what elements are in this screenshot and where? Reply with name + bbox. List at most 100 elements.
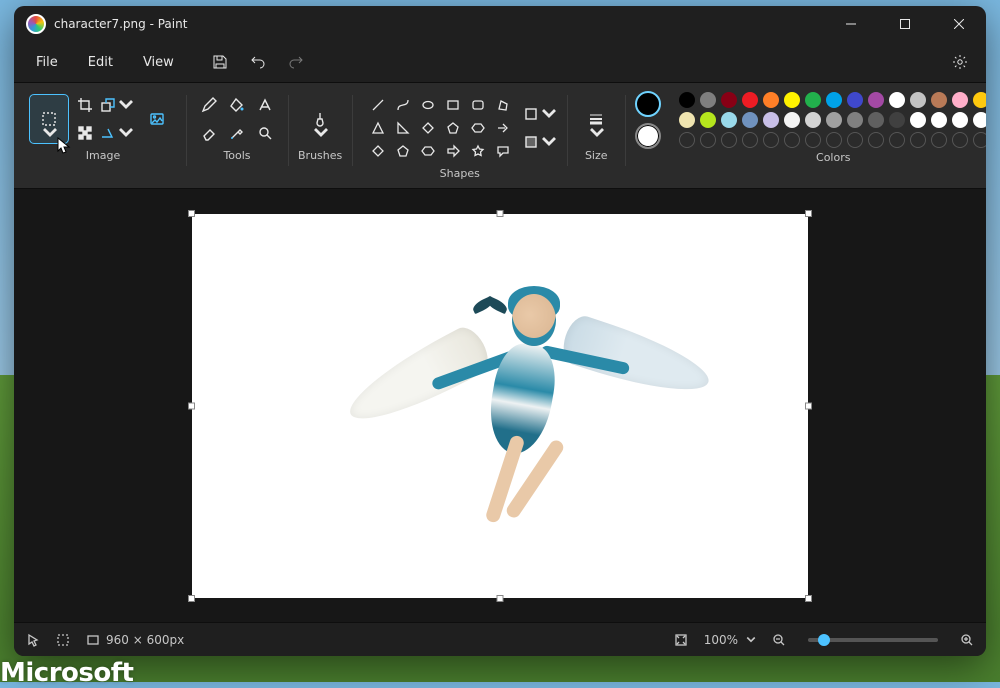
color-swatch[interactable]: [952, 112, 968, 128]
brushes-dropdown[interactable]: [301, 95, 339, 143]
custom-color-slot[interactable]: [952, 132, 968, 148]
shape-line[interactable]: [368, 95, 388, 115]
custom-color-slot[interactable]: [973, 132, 986, 148]
shape-oval[interactable]: [418, 95, 438, 115]
custom-color-slot[interactable]: [889, 132, 905, 148]
color-secondary[interactable]: [635, 123, 661, 149]
image-ai-tool[interactable]: [138, 95, 176, 143]
color-swatch[interactable]: [763, 92, 779, 108]
zoom-slider[interactable]: [808, 638, 938, 642]
color-swatch[interactable]: [742, 112, 758, 128]
color-swatch[interactable]: [784, 112, 800, 128]
crop-tool[interactable]: [72, 92, 98, 118]
custom-color-slot[interactable]: [910, 132, 926, 148]
color-swatch[interactable]: [742, 92, 758, 108]
zoom-level-dropdown[interactable]: 100%: [704, 633, 756, 647]
fill-tool[interactable]: [224, 92, 250, 118]
color-swatch[interactable]: [700, 92, 716, 108]
custom-color-slot[interactable]: [805, 132, 821, 148]
shape-pentagon2[interactable]: [393, 141, 413, 161]
eraser-tool[interactable]: [196, 120, 222, 146]
shapes-gallery[interactable]: [362, 91, 519, 165]
shape-roundrect[interactable]: [468, 95, 488, 115]
custom-color-slot[interactable]: [763, 132, 779, 148]
color-swatch[interactable]: [868, 112, 884, 128]
resize-handle[interactable]: [497, 210, 504, 217]
resize-handle[interactable]: [188, 210, 195, 217]
color-swatch[interactable]: [805, 92, 821, 108]
minimize-button[interactable]: [828, 8, 874, 40]
redo-button[interactable]: [278, 46, 314, 78]
color-swatch[interactable]: [973, 92, 986, 108]
color-swatch[interactable]: [679, 112, 695, 128]
shape-diamond[interactable]: [418, 118, 438, 138]
shape-arrow-right[interactable]: [443, 141, 463, 161]
color-swatch[interactable]: [700, 112, 716, 128]
magnifier-tool[interactable]: [252, 120, 278, 146]
shape-diamond2[interactable]: [368, 141, 388, 161]
menu-file[interactable]: File: [22, 49, 72, 76]
color-primary[interactable]: [635, 91, 661, 117]
shape-hexagon2[interactable]: [418, 141, 438, 161]
custom-color-slot[interactable]: [931, 132, 947, 148]
shape-outline-dropdown[interactable]: [523, 101, 557, 127]
shape-right-triangle[interactable]: [393, 118, 413, 138]
shape-callout[interactable]: [493, 141, 513, 161]
shape-polygon[interactable]: [493, 95, 513, 115]
menu-edit[interactable]: Edit: [74, 49, 127, 76]
text-tool[interactable]: [252, 92, 278, 118]
shape-star[interactable]: [468, 141, 488, 161]
color-swatch[interactable]: [763, 112, 779, 128]
shape-hexagon[interactable]: [468, 118, 488, 138]
color-swatch[interactable]: [973, 112, 986, 128]
undo-button[interactable]: [240, 46, 276, 78]
resize-handle[interactable]: [805, 402, 812, 409]
maximize-button[interactable]: [882, 8, 928, 40]
close-button[interactable]: [936, 8, 982, 40]
color-swatch[interactable]: [868, 92, 884, 108]
custom-color-slot[interactable]: [826, 132, 842, 148]
resize-handle[interactable]: [805, 210, 812, 217]
menu-view[interactable]: View: [129, 49, 188, 76]
zoom-slider-knob[interactable]: [818, 634, 830, 646]
color-swatch[interactable]: [889, 92, 905, 108]
color-swatch[interactable]: [721, 92, 737, 108]
shape-arrow[interactable]: [493, 118, 513, 138]
custom-color-slot[interactable]: [784, 132, 800, 148]
resize-handle[interactable]: [805, 595, 812, 602]
color-swatch[interactable]: [931, 112, 947, 128]
color-swatch[interactable]: [679, 92, 695, 108]
resize-handle[interactable]: [497, 595, 504, 602]
save-button[interactable]: [202, 46, 238, 78]
color-swatch[interactable]: [910, 92, 926, 108]
custom-color-slot[interactable]: [742, 132, 758, 148]
color-swatch[interactable]: [910, 112, 926, 128]
custom-color-slot[interactable]: [721, 132, 737, 148]
transparent-selection[interactable]: [72, 120, 98, 146]
fit-to-window-button[interactable]: [674, 633, 688, 647]
shape-fill-dropdown[interactable]: [523, 129, 557, 155]
rotate-tool[interactable]: [100, 120, 134, 146]
eyedropper-tool[interactable]: [224, 120, 250, 146]
color-swatch[interactable]: [826, 92, 842, 108]
shape-triangle[interactable]: [368, 118, 388, 138]
color-swatch[interactable]: [889, 112, 905, 128]
color-swatch[interactable]: [805, 112, 821, 128]
custom-color-slot[interactable]: [847, 132, 863, 148]
color-swatch[interactable]: [826, 112, 842, 128]
zoom-out-button[interactable]: [772, 633, 786, 647]
color-swatch[interactable]: [784, 92, 800, 108]
custom-color-slot[interactable]: [679, 132, 695, 148]
color-swatch[interactable]: [847, 112, 863, 128]
shape-pentagon[interactable]: [443, 118, 463, 138]
custom-color-slot[interactable]: [868, 132, 884, 148]
resize-tool[interactable]: [100, 92, 134, 118]
canvas[interactable]: [192, 214, 808, 598]
pencil-tool[interactable]: [196, 92, 222, 118]
color-swatch[interactable]: [721, 112, 737, 128]
resize-handle[interactable]: [188, 595, 195, 602]
color-swatch[interactable]: [952, 92, 968, 108]
custom-color-slot[interactable]: [700, 132, 716, 148]
color-swatch[interactable]: [931, 92, 947, 108]
shape-rect[interactable]: [443, 95, 463, 115]
